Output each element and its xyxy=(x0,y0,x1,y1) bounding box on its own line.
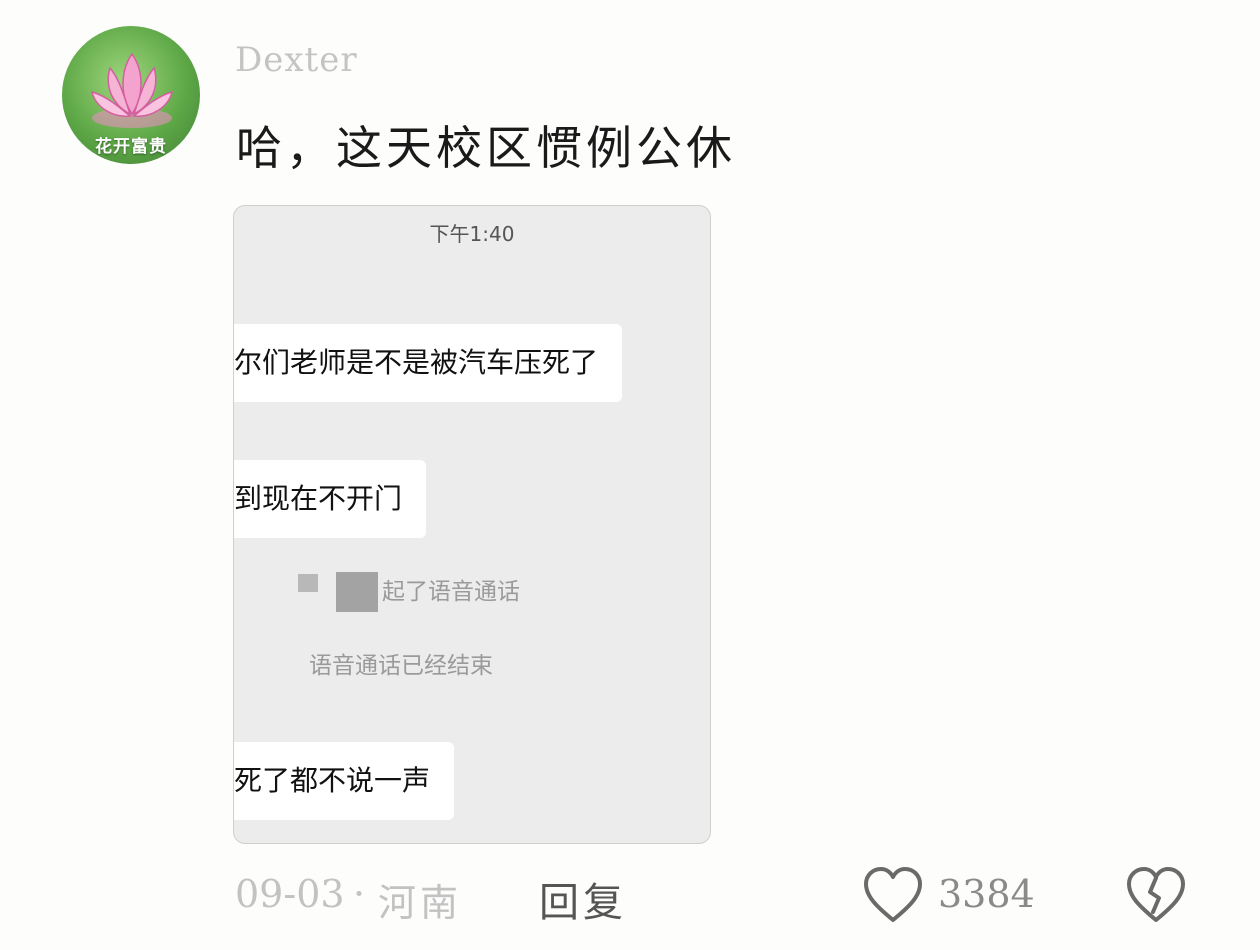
username[interactable]: Dexter xyxy=(235,40,358,80)
pixelated-name xyxy=(298,574,318,592)
avatar[interactable]: 花开富贵 xyxy=(62,26,200,164)
heart-outline-icon[interactable] xyxy=(862,866,924,928)
chat-bubble: 死了都不说一声 xyxy=(234,742,455,820)
chat-bubble: 尔们老师是不是被汽车压死了 xyxy=(234,324,623,402)
call-ended-notice: 语音通话已经结束 xyxy=(309,653,493,679)
image-time: 下午1:40 xyxy=(429,222,515,246)
comment-text: 哈，这天校区惯例公休 xyxy=(236,121,736,175)
meta-separator: · xyxy=(353,872,366,916)
chat-message: 到现在不开门 xyxy=(234,482,403,515)
broken-heart-icon[interactable] xyxy=(1125,866,1187,928)
reply-button[interactable]: 回复 xyxy=(539,870,627,928)
chat-bubble: 到现在不开门 xyxy=(234,460,427,538)
call-started-notice: 起了语音通话 xyxy=(382,579,520,605)
avatar-caption: 花开富贵 xyxy=(95,137,167,157)
comment-region: 河南 xyxy=(378,881,463,925)
chat-message: 尔们老师是不是被汽车压死了 xyxy=(234,346,599,379)
comment-date: 09-03 xyxy=(235,872,345,916)
chat-message: 死了都不说一声 xyxy=(234,764,431,797)
like-count: 3384 xyxy=(938,872,1035,916)
pixelated-name xyxy=(336,572,378,612)
comment-image[interactable]: 下午1:40 尔们老师是不是被汽车压死了 到现在不开门 起了语音通话 语音通话已… xyxy=(233,205,711,844)
